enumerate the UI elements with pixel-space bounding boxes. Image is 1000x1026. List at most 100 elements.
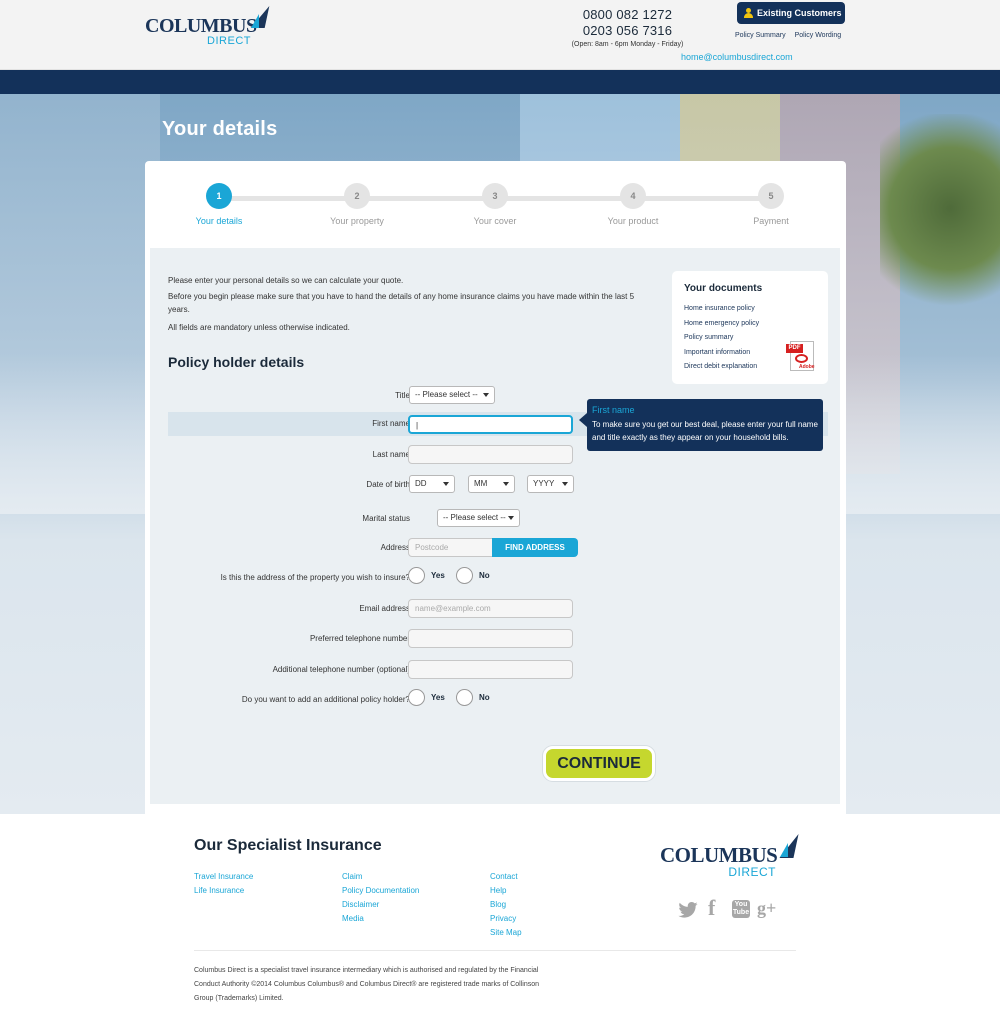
footer-link-disclaimer[interactable]: Disclaimer (342, 898, 419, 912)
progress-steps: 1 Your details 2 Your property 3 Your co… (145, 161, 846, 248)
doc-link-important-information[interactable]: Important information (684, 346, 759, 361)
footer-link-policy-documentation[interactable]: Policy Documentation (342, 884, 419, 898)
property-yes-label: Yes (431, 571, 445, 580)
phone-number-1[interactable]: 0800 082 1272 (560, 7, 695, 23)
step-label: Your property (330, 216, 384, 226)
site-header: COLUMBUS DIRECT 0800 082 1272 0203 056 7… (0, 0, 1000, 70)
step-your-details[interactable]: 1 Your details (159, 183, 279, 226)
first-name-tooltip: First name To make sure you get our best… (579, 399, 823, 451)
contact-phones: 0800 082 1272 0203 056 7316 (Open: 8am -… (560, 7, 695, 48)
facebook-icon[interactable]: f (708, 897, 715, 919)
footer-link-help[interactable]: Help (490, 884, 522, 898)
intro-line-2: Before you begin please make sure that y… (168, 292, 635, 314)
columbus-direct-logo[interactable]: COLUMBUS DIRECT (145, 6, 270, 47)
marital-status-select[interactable]: -- Please select -- (437, 509, 520, 527)
policy-summary-link[interactable]: Policy Summary (735, 32, 786, 39)
chevron-down-icon (483, 393, 489, 397)
youtube-icon[interactable]: You Tube (732, 900, 750, 918)
hero-tree (880, 114, 1000, 324)
existing-customers-button[interactable]: Existing Customers (737, 2, 845, 24)
continue-button[interactable]: CONTINUE (543, 746, 655, 781)
step-your-cover: 3 Your cover (435, 183, 555, 226)
dob-month-select[interactable]: MM (468, 475, 515, 493)
footer-divider (194, 950, 796, 951)
step-label: Payment (753, 216, 789, 226)
additional-holder-no-label: No (479, 693, 490, 702)
opening-hours: (Open: 8am - 6pm Monday - Friday) (571, 41, 684, 48)
additional-holder-yes-radio[interactable] (408, 689, 425, 706)
row-date-of-birth: Date of birth DD MM YYYY (168, 474, 828, 496)
marital-status-label: Marital status (362, 514, 410, 523)
doc-link-policy-summary[interactable]: Policy summary (684, 331, 759, 346)
footer-link-travel-insurance[interactable]: Travel Insurance (194, 870, 253, 884)
footer-column-1: Travel Insurance Life Insurance (194, 870, 253, 898)
doc-link-direct-debit-explanation[interactable]: Direct debit explanation (684, 360, 759, 375)
footer-link-life-insurance[interactable]: Life Insurance (194, 884, 253, 898)
row-property-question: Is this the address of the property you … (168, 567, 828, 589)
footer-column-3: Contact Help Blog Privacy Site Map (490, 870, 522, 940)
title-select[interactable]: -- Please select -- (409, 386, 495, 404)
logo-subtitle: DIRECT (728, 865, 776, 879)
adobe-label: Adobe (799, 364, 815, 370)
title-select-value: -- Please select -- (415, 390, 478, 399)
pdf-icon: PDF Adobe (786, 341, 816, 373)
property-no-radio[interactable] (456, 567, 473, 584)
tooltip-title: First name (592, 405, 635, 415)
row-additional-holder: Do you want to add an additional policy … (168, 689, 828, 711)
doc-link-home-emergency-policy[interactable]: Home emergency policy (684, 317, 759, 332)
dob-day-value: DD (415, 479, 427, 488)
dob-year-select[interactable]: YYYY (527, 475, 574, 493)
telephone-input[interactable] (408, 629, 573, 648)
pdf-tag: PDF (786, 344, 803, 353)
intro-line-1: Please enter your personal details so we… (168, 276, 404, 285)
footer-link-media[interactable]: Media (342, 912, 419, 926)
dob-label: Date of birth (366, 480, 410, 489)
user-icon (744, 8, 753, 18)
row-marital-status: Marital status -- Please select -- (168, 508, 828, 530)
doc-link-home-insurance-policy[interactable]: Home insurance policy (684, 302, 759, 317)
footer-link-claim[interactable]: Claim (342, 870, 419, 884)
footer-link-contact[interactable]: Contact (490, 870, 522, 884)
address-label: Address (380, 543, 410, 552)
dob-day-select[interactable]: DD (409, 475, 455, 493)
row-additional-telephone: Additional telephone number (optional) (168, 659, 828, 681)
google-plus-icon[interactable]: g+ (757, 898, 776, 918)
find-address-button[interactable]: FIND ADDRESS (492, 538, 578, 557)
logo-flag-accent-icon (251, 14, 259, 28)
your-documents-panel: Your documents Home insurance policy Hom… (672, 271, 828, 384)
additional-telephone-input[interactable] (408, 660, 573, 679)
step-number: 1 (206, 183, 232, 209)
form-area: Please enter your personal details so we… (150, 248, 840, 804)
telephone-label: Preferred telephone number (309, 634, 410, 643)
footer-link-privacy[interactable]: Privacy (490, 912, 522, 926)
policy-wording-link[interactable]: Policy Wording (795, 32, 842, 39)
property-yes-radio[interactable] (408, 567, 425, 584)
step-number: 3 (482, 183, 508, 209)
property-question-label: Is this the address of the property you … (220, 573, 410, 582)
navigation-bar (0, 70, 1000, 94)
existing-customers-label: Existing Customers (757, 8, 842, 18)
step-number: 4 (620, 183, 646, 209)
twitter-icon[interactable] (678, 902, 698, 918)
step-label: Your details (195, 216, 243, 226)
chevron-down-icon (508, 516, 514, 520)
email-input[interactable]: name@example.com (408, 599, 573, 618)
last-name-label: Last name (372, 450, 410, 459)
tooltip-body: To make sure you get our best deal, plea… (592, 420, 818, 442)
additional-holder-yes-label: Yes (431, 693, 445, 702)
page-title: Your details (162, 118, 278, 140)
first-name-input[interactable]: | (408, 415, 573, 434)
last-name-input[interactable] (408, 445, 573, 464)
footer-link-site-map[interactable]: Site Map (490, 926, 522, 940)
postcode-input[interactable]: Postcode (408, 538, 494, 557)
quote-form-card: 1 Your details 2 Your property 3 Your co… (145, 161, 846, 814)
phone-number-2[interactable]: 0203 056 7316 (560, 23, 695, 39)
step-number: 2 (344, 183, 370, 209)
policy-holder-heading: Policy holder details (168, 354, 305, 370)
email-link[interactable]: home@columbusdirect.com (681, 52, 793, 62)
footer-link-blog[interactable]: Blog (490, 898, 522, 912)
footer-columbus-direct-logo[interactable]: COLUMBUS DIRECT (660, 834, 799, 879)
additional-holder-no-radio[interactable] (456, 689, 473, 706)
adobe-swirl (795, 354, 808, 363)
header-links: Policy Summary Policy Wording (735, 32, 850, 39)
